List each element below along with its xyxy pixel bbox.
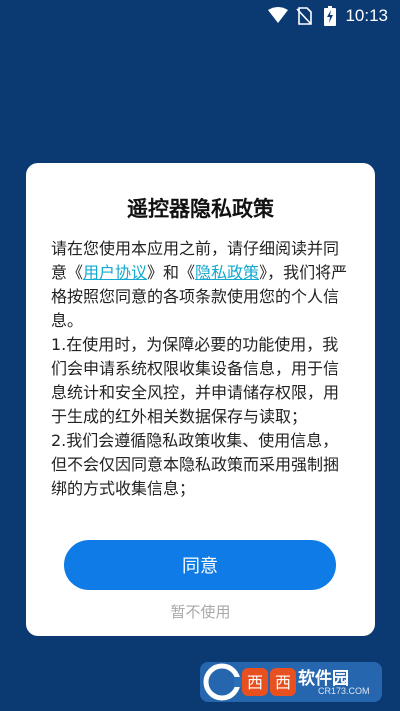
intro-text: 》和《 xyxy=(147,263,196,282)
status-bar: 10:13 xyxy=(0,0,400,32)
watermark-logo: 西 西 软件园 CR173.COM xyxy=(200,660,382,704)
dialog-title: 遥控器隐私政策 xyxy=(127,197,274,221)
agree-button[interactable]: 同意 xyxy=(64,540,336,590)
decline-button[interactable]: 暂不使用 xyxy=(26,601,375,622)
privacy-dialog: 遥控器隐私政策 请在您使用本应用之前，请仔细阅读并同意《用户协议》和《隐私政策》… xyxy=(26,163,375,636)
no-sim-icon xyxy=(296,7,312,29)
watermark-site: CR173.COM xyxy=(318,686,370,696)
dialog-body: 请在您使用本应用之前，请仔细阅读并同意《用户协议》和《隐私政策》，我们将严格按照… xyxy=(51,237,351,501)
privacy-policy-link[interactable]: 隐私政策 xyxy=(195,263,259,282)
wifi-icon xyxy=(268,7,288,27)
policy-item-2: 2.我们会遵循隐私政策收集、使用信息，但不会仅因同意本隐私政策而采用强制捆绑的方… xyxy=(51,431,340,498)
svg-text:西: 西 xyxy=(247,673,263,692)
policy-item-1: 1.在使用时，为保障必要的功能使用，我们会申请系统权限收集设备信息，用于信息统计… xyxy=(51,335,340,426)
battery-charging-icon xyxy=(324,6,336,30)
status-time: 10:13 xyxy=(345,6,388,25)
watermark-badge-icon: 西 西 xyxy=(200,662,382,702)
user-agreement-link[interactable]: 用户协议 xyxy=(83,263,147,282)
svg-text:西: 西 xyxy=(275,673,291,692)
